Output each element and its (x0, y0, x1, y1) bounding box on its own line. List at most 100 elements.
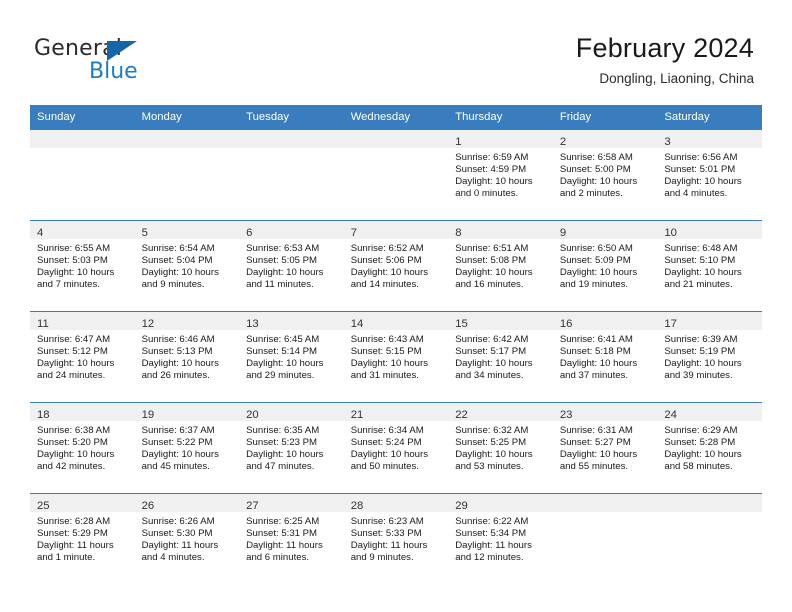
calendar-day-cell[interactable]: 28 Sunrise: 6:23 AM Sunset: 5:33 PM Dayligh… (343, 493, 449, 584)
day-detail-line: Sunset: 5:08 PM (455, 255, 527, 267)
day-detail-line: Daylight: 10 hours (141, 358, 219, 370)
page-header: General Blue February 2024 Dongling, Lia… (0, 0, 792, 104)
calendar-day-cell[interactable]: 10 Sunrise: 6:48 AM Sunset: 5:10 PM Dayligh… (657, 220, 762, 312)
day-number-band: 20 (239, 403, 344, 421)
calendar-day-cell[interactable]: 23 Sunrise: 6:31 AM Sunset: 5:27 PM Dayligh… (552, 402, 658, 494)
calendar-header-row: Sunday Monday Tuesday Wednesday Thursday Frid… (30, 105, 762, 130)
day-detail-lines: Sunrise: 6:51 AM Sunset: 5:08 PM Daylight:… (448, 239, 553, 291)
calendar-week-row: 18 Sunrise: 6:38 AM Sunset: 5:20 PM Dayligh… (30, 402, 762, 494)
calendar-day-cell[interactable]: 29 Sunrise: 6:22 AM Sunset: 5:34 PM Dayligh… (448, 493, 553, 584)
day-detail-lines: Sunrise: 6:56 AM Sunset: 5:01 PM Daylight:… (657, 148, 762, 200)
day-number: 2 (559, 136, 567, 148)
day-detail-lines: Sunrise: 6:48 AM Sunset: 5:10 PM Daylight:… (657, 239, 762, 291)
day-detail-line: Daylight: 10 hours (455, 267, 533, 279)
day-detail-line: and 24 minutes. (37, 370, 106, 382)
calendar-cell-inner (134, 130, 240, 220)
calendar-empty-cell (552, 493, 658, 584)
calendar-day-cell[interactable]: 8 Sunrise: 6:51 AM Sunset: 5:08 PM Daylight… (448, 220, 553, 312)
day-detail-lines: Sunrise: 6:46 AM Sunset: 5:13 PM Daylight:… (135, 330, 240, 382)
day-detail-lines: Sunrise: 6:31 AM Sunset: 5:27 PM Daylight:… (553, 421, 658, 473)
calendar-day-cell[interactable]: 1 Sunrise: 6:59 AM Sunset: 4:59 PM Daylight… (448, 129, 553, 221)
day-number-band: 23 (552, 403, 658, 421)
day-number-band: 22 (448, 403, 553, 421)
day-detail-line: Sunrise: 6:51 AM (455, 243, 529, 254)
day-detail-line: Sunrise: 6:43 AM (350, 334, 424, 345)
calendar-cell-inner: 8 Sunrise: 6:51 AM Sunset: 5:08 PM Daylight… (448, 221, 553, 311)
calendar-cell-inner: 20 Sunrise: 6:35 AM Sunset: 5:23 PM Dayligh… (239, 403, 344, 493)
day-number-band: 18 (30, 403, 135, 421)
day-detail-line: Sunrise: 6:38 AM (37, 425, 111, 436)
calendar-cell-inner: 4 Sunrise: 6:55 AM Sunset: 5:03 PM Daylight… (30, 221, 135, 311)
calendar-day-cell[interactable]: 12 Sunrise: 6:46 AM Sunset: 5:13 PM Dayligh… (134, 311, 240, 403)
calendar-day-cell[interactable]: 22 Sunrise: 6:32 AM Sunset: 5:25 PM Dayligh… (448, 402, 553, 494)
calendar-day-cell[interactable]: 20 Sunrise: 6:35 AM Sunset: 5:23 PM Dayligh… (239, 402, 344, 494)
calendar-day-cell[interactable]: 7 Sunrise: 6:52 AM Sunset: 5:06 PM Daylight… (343, 220, 449, 312)
day-detail-line: and 4 minutes. (141, 552, 205, 564)
day-number: 21 (350, 409, 364, 421)
day-detail-lines: Sunrise: 6:55 AM Sunset: 5:03 PM Daylight:… (30, 239, 135, 291)
day-number: 8 (455, 227, 462, 239)
day-detail-lines: Sunrise: 6:38 AM Sunset: 5:20 PM Daylight:… (30, 421, 135, 473)
day-number-band: 1 (448, 130, 553, 148)
day-detail-line: and 7 minutes. (37, 279, 100, 291)
calendar-day-cell[interactable]: 13 Sunrise: 6:45 AM Sunset: 5:14 PM Dayligh… (239, 311, 344, 403)
day-number-band: 8 (448, 221, 553, 239)
calendar-day-cell[interactable]: 2 Sunrise: 6:58 AM Sunset: 5:00 PM Daylight… (552, 129, 658, 221)
calendar-cell-inner: 26 Sunrise: 6:26 AM Sunset: 5:30 PM Dayligh… (134, 494, 240, 584)
calendar-day-cell[interactable]: 5 Sunrise: 6:54 AM Sunset: 5:04 PM Daylight… (134, 220, 240, 312)
calendar-day-cell[interactable]: 14 Sunrise: 6:43 AM Sunset: 5:15 PM Dayligh… (343, 311, 449, 403)
day-number-band: 3 (657, 130, 762, 148)
day-detail-lines: Sunrise: 6:53 AM Sunset: 5:05 PM Daylight:… (239, 239, 344, 291)
calendar-day-cell[interactable]: 6 Sunrise: 6:53 AM Sunset: 5:05 PM Daylight… (239, 220, 344, 312)
day-detail-line: and 37 minutes. (559, 370, 629, 382)
day-detail-line: Sunrise: 6:22 AM (455, 516, 529, 527)
day-detail-line: Sunset: 5:18 PM (559, 346, 631, 358)
weekday-header: Sunday Monday Tuesday Wednesday Thursday Frid… (30, 105, 762, 130)
day-number: 1 (455, 136, 462, 148)
day-number-band: 2 (552, 130, 658, 148)
day-detail-line: and 1 minute. (37, 552, 96, 564)
day-detail-line: Daylight: 10 hours (141, 449, 219, 461)
day-number-band: 11 (30, 312, 135, 330)
calendar-day-cell[interactable]: 9 Sunrise: 6:50 AM Sunset: 5:09 PM Daylight… (552, 220, 658, 312)
day-detail-line: Sunrise: 6:54 AM (141, 243, 215, 254)
calendar-day-cell[interactable]: 25 Sunrise: 6:28 AM Sunset: 5:29 PM Dayligh… (30, 493, 135, 584)
calendar-day-cell[interactable]: 15 Sunrise: 6:42 AM Sunset: 5:17 PM Dayligh… (448, 311, 553, 403)
day-detail-line: and 11 minutes. (246, 279, 314, 291)
calendar-day-cell[interactable]: 19 Sunrise: 6:37 AM Sunset: 5:22 PM Dayligh… (134, 402, 240, 494)
calendar-day-cell[interactable]: 27 Sunrise: 6:25 AM Sunset: 5:31 PM Dayligh… (239, 493, 344, 584)
calendar-day-cell[interactable]: 17 Sunrise: 6:39 AM Sunset: 5:19 PM Dayligh… (657, 311, 762, 403)
calendar-day-cell[interactable]: 18 Sunrise: 6:38 AM Sunset: 5:20 PM Dayligh… (30, 402, 135, 494)
day-number: 10 (664, 227, 677, 239)
day-detail-line: Sunrise: 6:25 AM (246, 516, 320, 527)
calendar-day-cell[interactable]: 4 Sunrise: 6:55 AM Sunset: 5:03 PM Daylight… (30, 220, 135, 312)
day-number-band: 17 (657, 312, 762, 330)
day-detail-line: Sunrise: 6:35 AM (246, 425, 320, 436)
day-number-band (30, 130, 135, 148)
calendar-day-cell[interactable]: 26 Sunrise: 6:26 AM Sunset: 5:30 PM Dayligh… (134, 493, 240, 584)
calendar-empty-cell (343, 129, 449, 221)
day-detail-line: and 31 minutes. (350, 370, 419, 382)
calendar-day-cell[interactable]: 21 Sunrise: 6:34 AM Sunset: 5:24 PM Dayligh… (343, 402, 449, 494)
day-detail-line: and 9 minutes. (141, 279, 205, 291)
day-number: 19 (141, 409, 155, 421)
day-detail-line: Sunrise: 6:28 AM (37, 516, 111, 527)
day-detail-lines: Sunrise: 6:23 AM Sunset: 5:33 PM Daylight:… (344, 512, 449, 564)
calendar-day-cell[interactable]: 16 Sunrise: 6:41 AM Sunset: 5:18 PM Dayligh… (552, 311, 658, 403)
brand-logo[interactable]: General Blue (34, 36, 234, 90)
day-number: 29 (455, 500, 468, 512)
calendar-day-cell[interactable]: 11 Sunrise: 6:47 AM Sunset: 5:12 PM Dayligh… (30, 311, 135, 403)
day-detail-line: Sunset: 4:59 PM (455, 164, 527, 176)
day-detail-line: and 16 minutes. (455, 279, 524, 291)
brand-name-blue: Blue (89, 59, 138, 84)
day-detail-line: Daylight: 10 hours (559, 267, 638, 279)
day-detail-line: Sunrise: 6:31 AM (559, 425, 633, 436)
day-detail-line: Daylight: 10 hours (559, 449, 638, 461)
day-detail-line: and 34 minutes. (455, 370, 524, 382)
calendar-day-cell[interactable]: 24 Sunrise: 6:29 AM Sunset: 5:28 PM Dayligh… (657, 402, 762, 494)
day-detail-line: Daylight: 10 hours (37, 449, 115, 461)
day-detail-line: Sunset: 5:04 PM (141, 255, 213, 267)
day-detail-line: Daylight: 10 hours (141, 267, 219, 279)
calendar-day-cell[interactable]: 3 Sunrise: 6:56 AM Sunset: 5:01 PM Daylight… (657, 129, 762, 221)
day-detail-line: Sunset: 5:00 PM (559, 164, 631, 176)
